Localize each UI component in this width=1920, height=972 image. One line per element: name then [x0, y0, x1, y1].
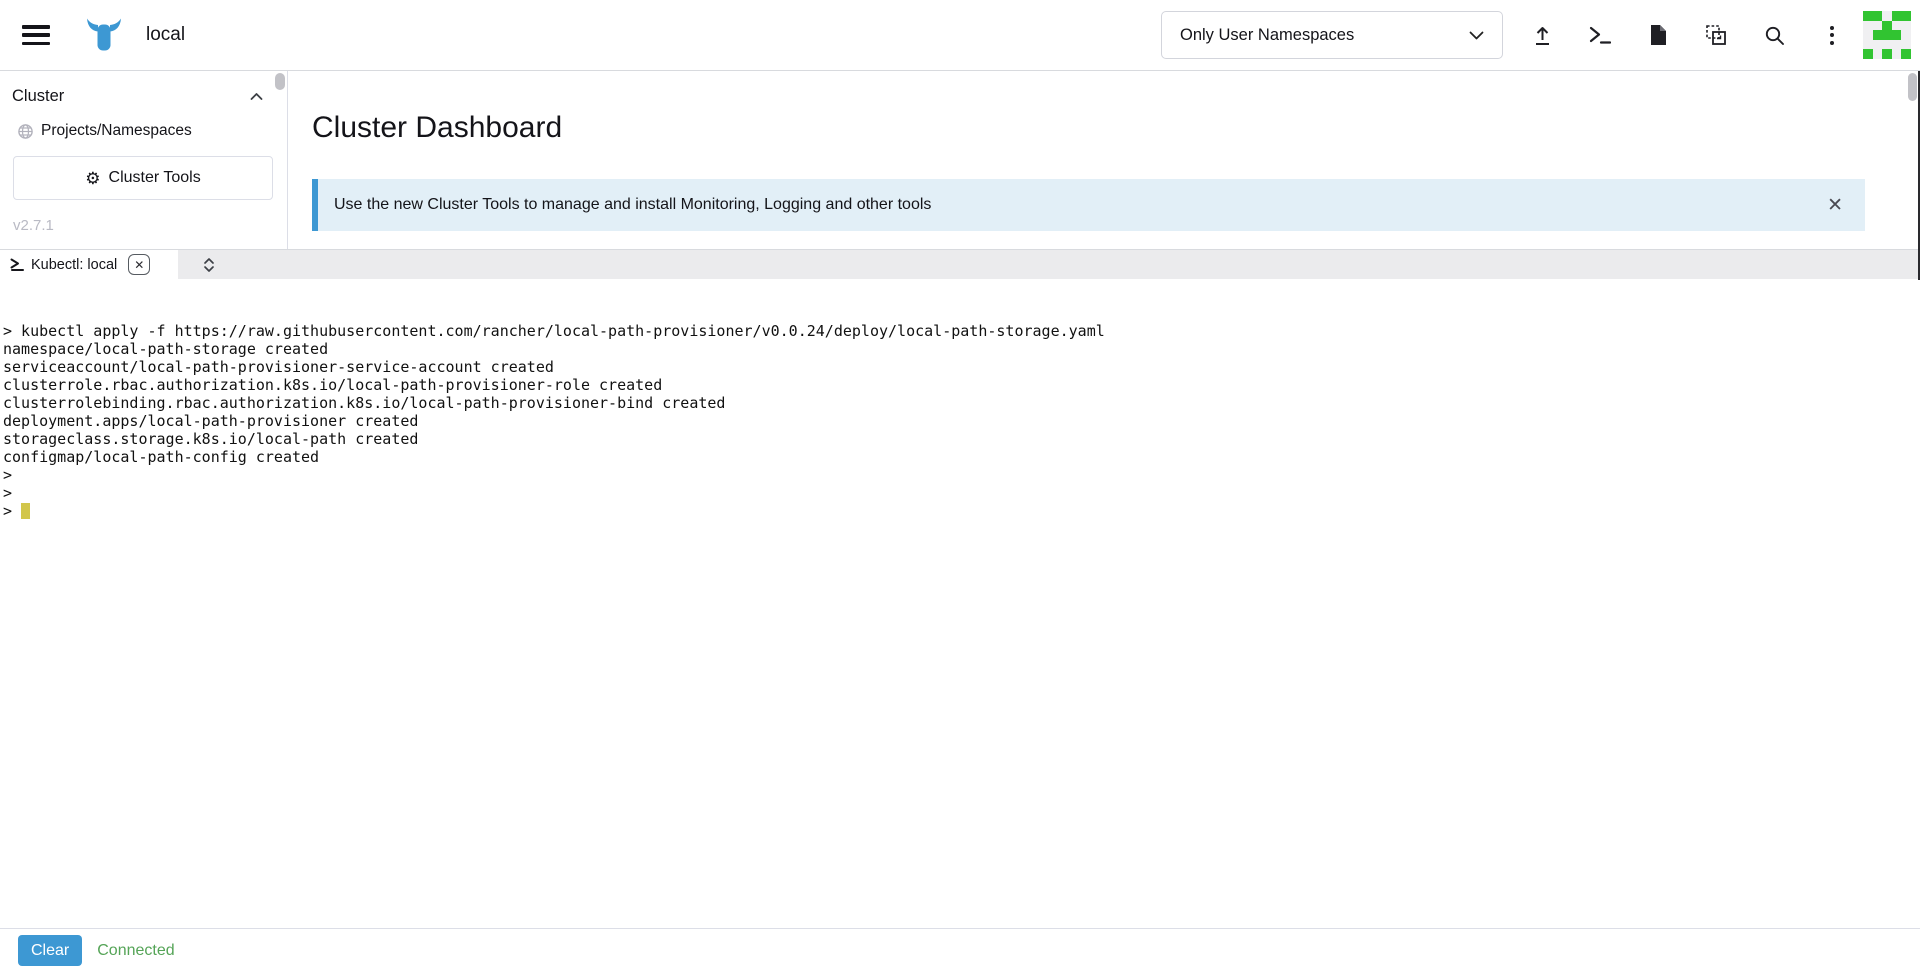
info-banner: Use the new Cluster Tools to manage and … [312, 179, 1865, 231]
copy-icon [1705, 24, 1727, 46]
terminal-prompt-icon [10, 258, 24, 271]
sidebar-scrollbar-thumb[interactable] [275, 73, 285, 90]
kubectl-shell-button[interactable] [1571, 15, 1629, 55]
avatar-pixel [1882, 30, 1892, 40]
avatar-pixel [1892, 40, 1902, 50]
globe-icon [18, 124, 33, 139]
terminal-footer: Clear Connected [0, 928, 1920, 972]
terminal-line: deployment.apps/local-path-provisioner c… [3, 412, 1920, 430]
avatar-pixel [1863, 21, 1873, 31]
kubeconfig-file-button[interactable] [1629, 15, 1687, 55]
namespace-filter-value: Only User Namespaces [1180, 26, 1354, 45]
avatar-pixel [1901, 11, 1911, 21]
avatar-pixel [1863, 49, 1873, 59]
avatar-pixel [1873, 49, 1883, 59]
avatar-pixel [1892, 49, 1902, 59]
search-icon [1764, 25, 1785, 46]
terminal-tab-label: Kubectl: local [31, 257, 117, 273]
avatar-pixel [1892, 21, 1902, 31]
terminal-line: storageclass.storage.k8s.io/local-path c… [3, 430, 1920, 448]
gear-icon: ⚙ [85, 170, 100, 187]
cluster-sidebar: Cluster Projects/Namespaces ⚙ Cluster To… [0, 71, 288, 249]
avatar[interactable] [1863, 11, 1911, 59]
sidebar-item-projects-namespaces[interactable]: Projects/Namespaces [18, 122, 287, 140]
avatar-pixel [1882, 21, 1892, 31]
clear-button[interactable]: Clear [18, 935, 82, 966]
close-icon: ✕ [134, 258, 144, 272]
avatar-pixel [1901, 49, 1911, 59]
cluster-name: local [146, 24, 185, 46]
page-title: Cluster Dashboard [312, 111, 1920, 145]
avatar-pixel [1892, 11, 1902, 21]
chevron-down-icon [1469, 31, 1484, 40]
rancher-logo-icon [84, 16, 124, 54]
upload-icon [1532, 25, 1553, 46]
avatar-pixel [1882, 11, 1892, 21]
terminal-resize-control[interactable] [192, 250, 226, 279]
avatar-pixel [1901, 40, 1911, 50]
terminal-cursor-line: > [3, 502, 1920, 520]
main-content: Cluster Dashboard Use the new Cluster To… [288, 71, 1920, 249]
terminal-line: configmap/local-path-config created [3, 448, 1920, 466]
avatar-pixel [1863, 30, 1873, 40]
terminal-tab-close-button[interactable]: ✕ [128, 254, 150, 275]
avatar-pixel [1863, 40, 1873, 50]
updown-chevrons-icon [203, 257, 215, 273]
terminal-line: clusterrole.rbac.authorization.k8s.io/lo… [3, 376, 1920, 394]
avatar-pixel [1901, 30, 1911, 40]
cluster-tools-button[interactable]: ⚙ Cluster Tools [13, 156, 273, 200]
avatar-pixel [1863, 11, 1873, 21]
terminal-tab-bar: Kubectl: local ✕ [0, 249, 1920, 279]
avatar-pixel [1873, 11, 1883, 21]
search-button[interactable] [1745, 15, 1803, 55]
cluster-tools-label: Cluster Tools [109, 169, 201, 187]
terminal-line: clusterrolebinding.rbac.authorization.k8… [3, 394, 1920, 412]
file-icon [1649, 24, 1667, 46]
avatar-pixel [1873, 21, 1883, 31]
main-scrollbar-thumb[interactable] [1908, 73, 1917, 101]
avatar-pixel [1901, 21, 1911, 31]
terminal-lines: > kubectl apply -f https://raw.githubuse… [3, 322, 1920, 520]
avatar-pixel [1882, 49, 1892, 59]
caret-up-icon[interactable] [250, 92, 263, 101]
sidebar-section-header[interactable]: Cluster [0, 71, 287, 106]
content-row: Cluster Projects/Namespaces ⚙ Cluster To… [0, 71, 1920, 249]
namespace-filter-dropdown[interactable]: Only User Namespaces [1161, 11, 1503, 59]
avatar-pixel [1873, 40, 1883, 50]
terminal-line: > kubectl apply -f https://raw.githubuse… [3, 322, 1920, 340]
avatar-pixel [1873, 30, 1883, 40]
terminal-line: > [3, 484, 1920, 502]
version-label: v2.7.1 [13, 217, 287, 234]
terminal-cursor [21, 503, 30, 519]
sidebar-section-label: Cluster [12, 87, 64, 106]
terminal-line: namespace/local-path-storage created [3, 340, 1920, 358]
connection-status: Connected [97, 942, 174, 960]
hamburger-menu-icon[interactable] [22, 25, 50, 45]
import-yaml-button[interactable] [1513, 15, 1571, 55]
kubectl-shell-icon [1589, 26, 1611, 45]
kubectl-terminal-tab[interactable]: Kubectl: local ✕ [0, 250, 178, 279]
top-header: local Only User Namespaces [0, 0, 1920, 71]
header-menu-button[interactable] [1803, 15, 1861, 55]
terminal-line: serviceaccount/local-path-provisioner-se… [3, 358, 1920, 376]
avatar-pixel [1892, 30, 1902, 40]
terminal-output[interactable]: > kubectl apply -f https://raw.githubuse… [0, 279, 1920, 928]
kebab-icon [1830, 26, 1834, 45]
sidebar-item-label: Projects/Namespaces [41, 122, 192, 140]
copy-kubeconfig-button[interactable] [1687, 15, 1745, 55]
info-banner-text: Use the new Cluster Tools to manage and … [334, 196, 931, 214]
terminal-line: > [3, 466, 1920, 484]
avatar-pixel [1882, 40, 1892, 50]
banner-close-icon[interactable]: ✕ [1827, 196, 1843, 215]
